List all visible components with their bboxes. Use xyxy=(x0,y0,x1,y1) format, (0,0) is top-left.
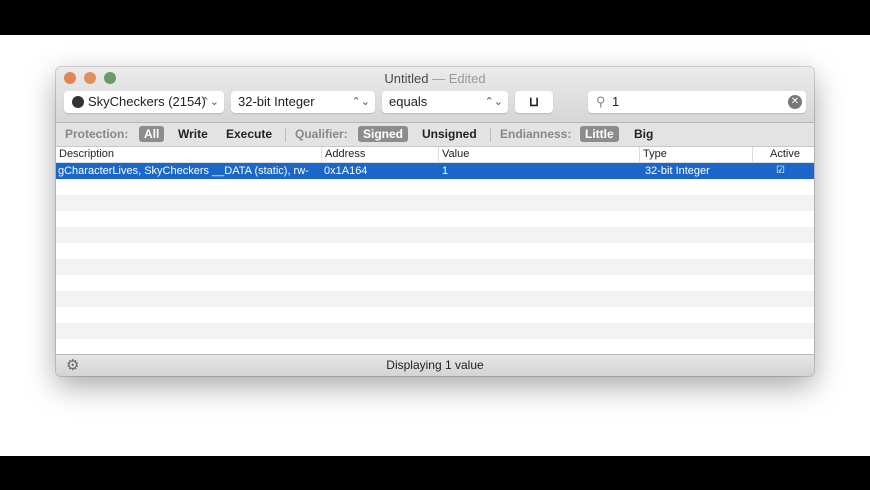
column-description[interactable]: Description xyxy=(56,147,114,162)
chevron-updown-icon: ⌃⌄ xyxy=(351,96,370,108)
search-field[interactable]: ⚲ 1 ✕ xyxy=(588,91,806,113)
process-icon xyxy=(72,96,84,108)
type-label: 32-bit Integer xyxy=(238,94,315,109)
process-selector[interactable]: SkyCheckers (2154) ⌃⌄ xyxy=(64,91,224,113)
column-active[interactable]: Active xyxy=(752,147,814,162)
store-icon: ⊔ xyxy=(528,94,540,109)
endianness-little[interactable]: Little xyxy=(580,126,619,142)
titlebar: Untitled — Edited SkyCheckers (2154) ⌃⌄ 3… xyxy=(56,67,814,123)
divider xyxy=(285,128,286,142)
gear-icon[interactable]: ⚙ xyxy=(66,355,79,376)
status-text: Displaying 1 value xyxy=(386,358,484,372)
empty-row xyxy=(56,211,814,227)
chevron-updown-icon: ⌃⌄ xyxy=(484,96,503,108)
empty-row xyxy=(56,179,814,195)
empty-row xyxy=(56,339,814,355)
empty-row xyxy=(56,275,814,291)
empty-row xyxy=(56,291,814,307)
edited-label: — Edited xyxy=(432,71,486,86)
column-value[interactable]: Value xyxy=(438,147,469,162)
empty-row xyxy=(56,307,814,323)
empty-row xyxy=(56,323,814,339)
endianness-label: Endianness: xyxy=(500,127,572,141)
status-bar: ⚙ Displaying 1 value xyxy=(56,354,814,376)
empty-row xyxy=(56,243,814,259)
cell-value[interactable]: 1 xyxy=(442,163,448,179)
protection-execute[interactable]: Execute xyxy=(226,123,272,146)
clear-search-icon[interactable]: ✕ xyxy=(788,95,802,109)
cell-address: 0x1A164 xyxy=(324,165,368,177)
column-type[interactable]: Type xyxy=(639,147,667,162)
table-body: gCharacterLives, SkyCheckers __DATA (sta… xyxy=(56,163,814,355)
column-address[interactable]: Address xyxy=(321,147,365,162)
store-button[interactable]: ⊔ xyxy=(515,91,553,113)
divider xyxy=(490,128,491,142)
empty-row xyxy=(56,195,814,211)
empty-row xyxy=(56,259,814,275)
endianness-big[interactable]: Big xyxy=(634,123,653,146)
cell-type[interactable]: 32-bit Integer xyxy=(645,163,710,179)
active-checkbox[interactable]: ☑ xyxy=(776,163,785,179)
app-window: Untitled — Edited SkyCheckers (2154) ⌃⌄ 3… xyxy=(56,67,814,376)
letterbox-bottom xyxy=(0,456,870,490)
table-header: Description Address Value Type Active xyxy=(56,147,814,163)
operator-selector[interactable]: equals ⌃⌄ xyxy=(382,91,508,113)
process-label: SkyCheckers (2154) xyxy=(88,94,206,109)
letterbox-top xyxy=(0,0,870,35)
empty-row xyxy=(56,227,814,243)
filter-bar: Protection: All Write Execute Qualifier:… xyxy=(56,123,814,147)
window-title: Untitled — Edited xyxy=(56,71,814,86)
search-value: 1 xyxy=(612,94,620,109)
protection-all[interactable]: All xyxy=(139,126,165,142)
qualifier-unsigned[interactable]: Unsigned xyxy=(422,123,477,146)
title-text: Untitled xyxy=(384,71,429,86)
protection-write[interactable]: Write xyxy=(178,123,208,146)
search-icon: ⚲ xyxy=(596,94,606,109)
table-row[interactable]: gCharacterLives, SkyCheckers __DATA (sta… xyxy=(56,163,814,179)
operator-label: equals xyxy=(389,94,428,109)
cell-description: gCharacterLives, SkyCheckers __DATA (sta… xyxy=(58,165,309,177)
results-table: Description Address Value Type Active gC… xyxy=(56,147,814,354)
type-selector[interactable]: 32-bit Integer ⌃⌄ xyxy=(231,91,375,113)
chevron-updown-icon: ⌃⌄ xyxy=(200,96,219,108)
qualifier-label: Qualifier: xyxy=(295,127,348,141)
protection-label: Protection: xyxy=(65,127,129,141)
qualifier-signed[interactable]: Signed xyxy=(358,126,409,142)
